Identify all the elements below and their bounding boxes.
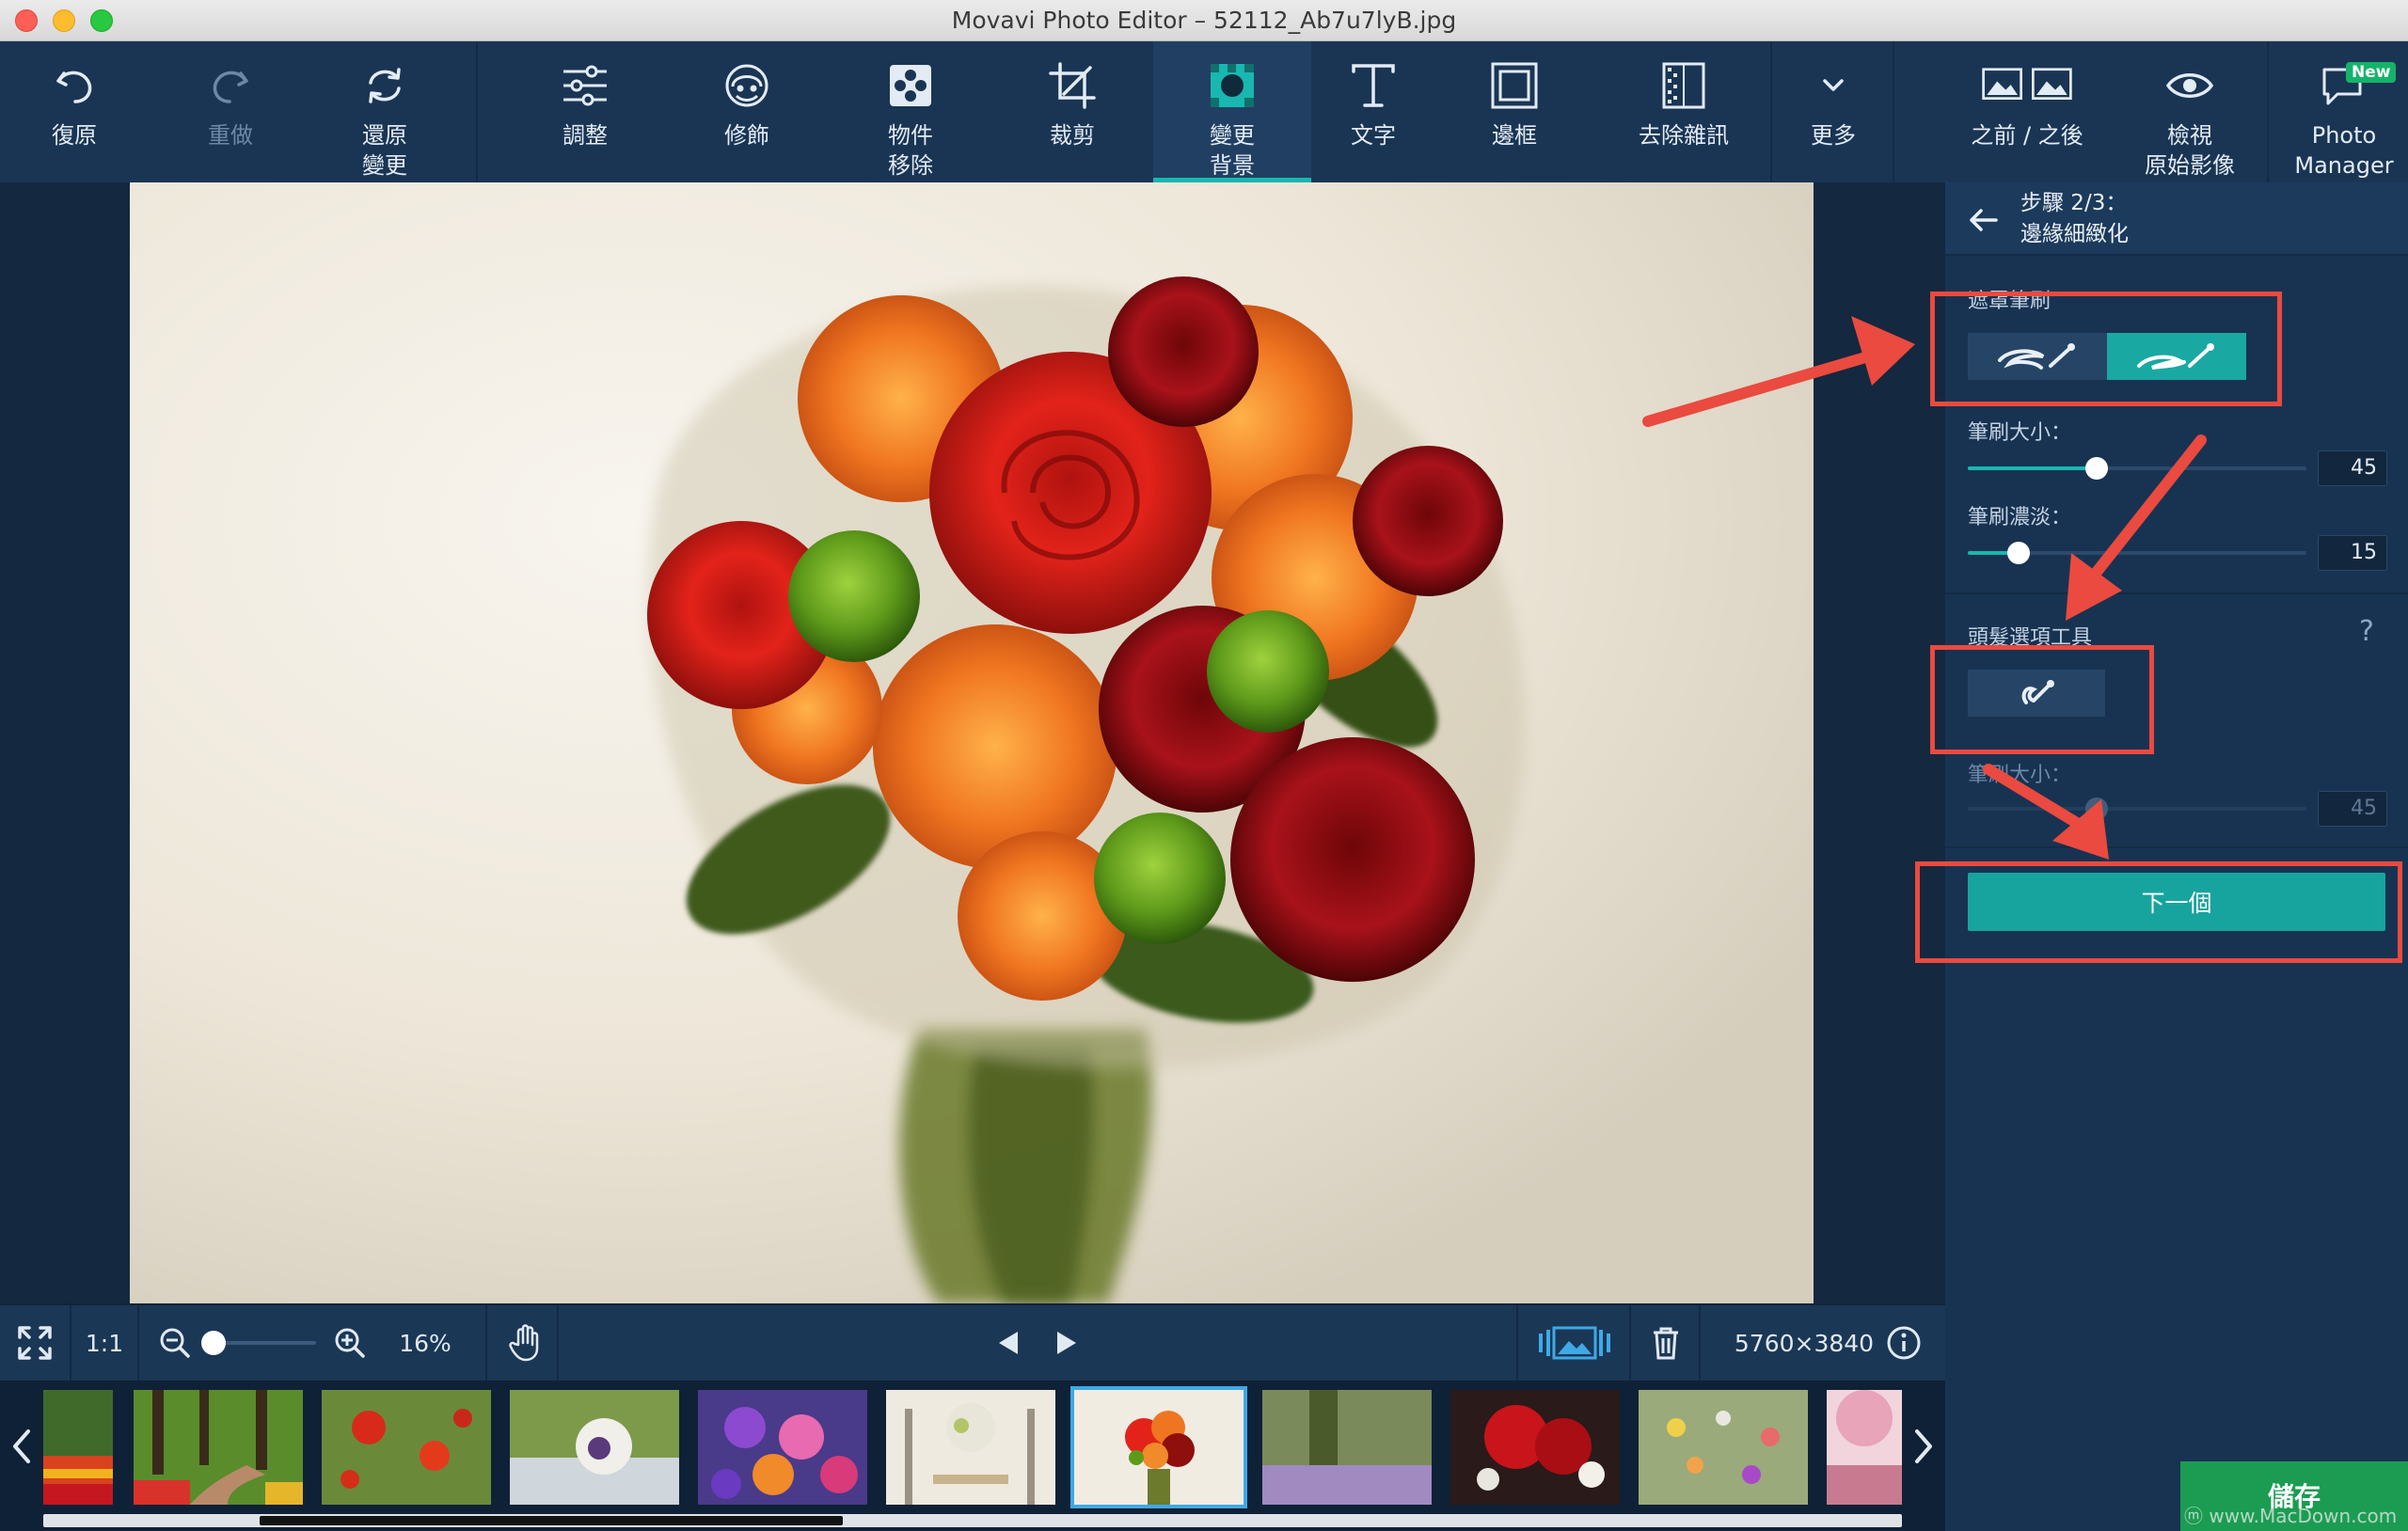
- watermark: ⓜ www.MacDown.com: [2184, 1505, 2398, 1527]
- annotation-arrows: [1642, 316, 2207, 860]
